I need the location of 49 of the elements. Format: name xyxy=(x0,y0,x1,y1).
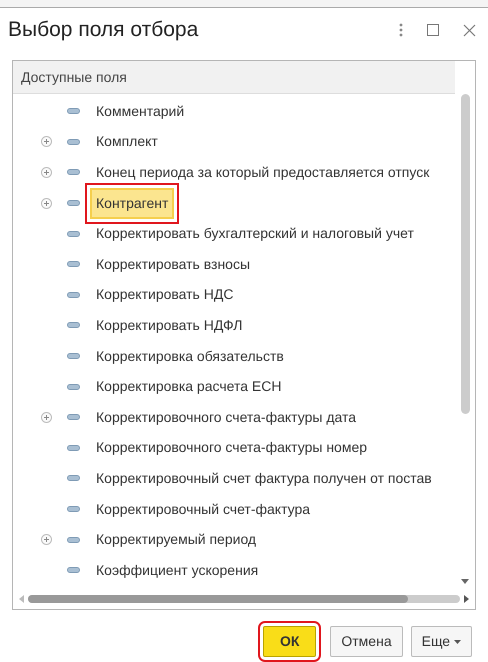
tree-item[interactable]: Корректировочный счет фактура получен от постав xyxy=(90,462,438,494)
tree-item[interactable]: Корректировочного счета-фактуры дата xyxy=(90,402,362,433)
tree-item[interactable]: Корректировать НДС xyxy=(90,279,240,310)
scroll-left-icon[interactable] xyxy=(19,595,24,603)
caret-icon xyxy=(454,640,461,644)
field-icon xyxy=(67,353,80,360)
field-icon xyxy=(67,169,80,176)
field-icon xyxy=(67,414,80,420)
tree-item[interactable]: Корректировочный счет-фактура xyxy=(90,494,316,525)
tree-item[interactable]: Комплект xyxy=(90,126,164,158)
expand-icon[interactable] xyxy=(41,534,52,546)
tree-item[interactable]: Корректировать бухгалтерский и налоговый учет xyxy=(90,218,420,250)
field-icon xyxy=(67,384,80,390)
field-icon xyxy=(67,108,80,114)
more-button[interactable]: Еще xyxy=(410,626,472,657)
column-header: Доступные поля xyxy=(21,68,127,87)
maximize-icon[interactable] xyxy=(427,24,439,36)
scroll-down-icon[interactable] xyxy=(461,579,469,585)
expand-icon[interactable] xyxy=(41,412,52,423)
field-icon xyxy=(67,200,80,206)
tree-item[interactable]: Корректируемый период xyxy=(90,524,262,556)
tree-item[interactable]: Коэффициент ускорения xyxy=(90,554,264,586)
field-icon xyxy=(67,506,80,512)
field-icon xyxy=(67,567,80,574)
more-icon[interactable] xyxy=(399,23,403,37)
horizontal-scrollbar[interactable] xyxy=(28,595,460,603)
tree-item[interactable]: Корректировочного счета-фактуры номер xyxy=(90,432,374,464)
field-icon xyxy=(67,322,80,328)
expand-icon[interactable] xyxy=(41,198,52,209)
scrollbar-thumb[interactable] xyxy=(460,94,470,414)
field-icon xyxy=(67,536,80,543)
field-icon xyxy=(67,261,80,268)
tree-item[interactable]: Конец периода за который предоставляется отпуск xyxy=(90,156,436,188)
field-icon xyxy=(67,138,80,145)
cancel-button[interactable]: Отмена xyxy=(330,626,403,657)
tree-item[interactable]: Корректировать НДФЛ xyxy=(90,310,248,341)
field-icon xyxy=(67,292,80,298)
expand-icon[interactable] xyxy=(41,166,52,178)
field-icon xyxy=(67,444,80,451)
field-icon xyxy=(67,475,80,482)
tree-item[interactable]: Корректировка расчета ЕСН xyxy=(90,371,288,402)
tree-item[interactable]: Корректировка обязательств xyxy=(90,340,290,372)
close-icon[interactable] xyxy=(463,24,476,36)
field-icon xyxy=(67,230,80,237)
window-title: Выбор поля отбора xyxy=(8,17,200,44)
tree-item[interactable]: Комментарий xyxy=(90,96,190,127)
scroll-right-icon[interactable] xyxy=(464,595,469,603)
expand-icon[interactable] xyxy=(41,136,52,148)
tree-item[interactable]: Корректировать взносы xyxy=(90,248,256,280)
